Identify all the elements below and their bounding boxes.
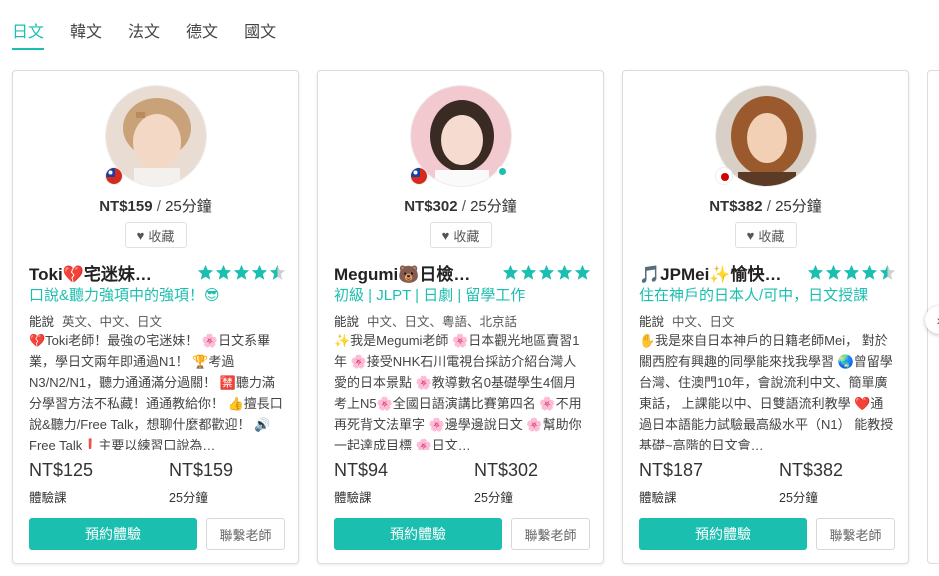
price: NT$302 bbox=[404, 198, 458, 215]
teacher-name[interactable]: 🎵JPMei✨愉快… bbox=[639, 260, 781, 285]
price: NT$159 bbox=[99, 198, 153, 215]
lesson-price-box: NT$159 25分鐘 bbox=[169, 460, 233, 506]
name-row: 🎵JPMei✨愉快… bbox=[639, 260, 896, 285]
teacher-intro: ✋我是來自日本神戶的日籍老師Mei， 對於關西腔有興趣的同學能來找我學習 🌏曾留… bbox=[639, 333, 894, 450]
trial-label: 體驗課 bbox=[334, 491, 372, 505]
lesson-duration: 25分鐘 bbox=[779, 491, 818, 505]
half-star-icon bbox=[879, 264, 896, 280]
duration: 25分鐘 bbox=[775, 198, 822, 215]
languages-value: 中文、日文、粵語、北京話 bbox=[367, 315, 518, 329]
tab-mandarin[interactable]: 國文 bbox=[244, 18, 276, 50]
heart-icon: ♥ bbox=[746, 227, 755, 243]
teacher-intro: 💔Toki老師！最強の宅迷妹！ 🌸日文系畢業，學日文兩年即通過N1！ 🏆考過N3… bbox=[29, 333, 283, 450]
languages-label: 能說 bbox=[29, 315, 55, 329]
taiwan-flag-icon bbox=[104, 167, 123, 185]
duration: 25分鐘 bbox=[470, 198, 517, 215]
star-icon bbox=[843, 264, 860, 280]
teacher-card[interactable]: NT$382 / 25分鐘 ♥ 收藏 🎵JPMei✨愉快… 住在神戶的日本人/可中… bbox=[622, 70, 909, 564]
favorite-label: 收藏 bbox=[148, 228, 175, 244]
lesson-price-box: NT$382 25分鐘 bbox=[779, 460, 843, 506]
avatar-wrap bbox=[104, 85, 207, 187]
languages-value: 中文、日文 bbox=[672, 315, 735, 329]
contact-teacher-button[interactable]: 聯繫老師 bbox=[206, 518, 285, 550]
duration: 25分鐘 bbox=[165, 198, 212, 215]
lesson-duration: 25分鐘 bbox=[474, 491, 513, 505]
trial-label: 體驗課 bbox=[29, 491, 67, 505]
tab-japanese[interactable]: 日文 bbox=[12, 18, 45, 50]
lesson-price: NT$382 bbox=[779, 460, 844, 480]
contact-teacher-button[interactable]: 聯繫老師 bbox=[816, 518, 895, 550]
tab-korean[interactable]: 韓文 bbox=[70, 18, 102, 50]
lesson-price: NT$302 bbox=[474, 460, 539, 480]
star-icon bbox=[556, 264, 573, 280]
price-line: NT$382 / 25分鐘 bbox=[709, 198, 822, 215]
teacher-name[interactable]: Megumi🐻日檢… bbox=[334, 260, 470, 285]
taiwan-flag-icon bbox=[409, 167, 428, 185]
price: NT$382 bbox=[709, 198, 763, 215]
teacher-headline: 口說&聽力強項中的強項！😎 bbox=[29, 287, 220, 304]
heart-icon: ♥ bbox=[136, 227, 145, 243]
half-star-icon bbox=[269, 264, 286, 280]
trial-label: 體驗課 bbox=[639, 491, 677, 505]
japan-flag-icon bbox=[714, 167, 733, 185]
trial-price-box: NT$94 體驗課 bbox=[334, 460, 388, 506]
languages-value: 英文、中文、日文 bbox=[62, 315, 163, 329]
rating-stars bbox=[807, 264, 896, 281]
contact-teacher-button[interactable]: 聯繫老師 bbox=[511, 518, 590, 550]
price-line: NT$159 / 25分鐘 bbox=[99, 198, 212, 215]
avatar-wrap bbox=[409, 85, 512, 187]
languages-label: 能說 bbox=[639, 315, 665, 329]
book-trial-button[interactable]: 預約體驗 bbox=[639, 518, 807, 550]
rating-stars bbox=[502, 264, 591, 281]
favorite-label: 收藏 bbox=[453, 228, 480, 244]
languages-spoken: 能說 中文、日文、粵語、北京話 bbox=[334, 311, 517, 330]
star-icon bbox=[215, 264, 232, 280]
languages-label: 能說 bbox=[334, 315, 360, 329]
star-icon bbox=[825, 264, 842, 280]
star-icon bbox=[251, 264, 268, 280]
star-icon bbox=[538, 264, 555, 280]
teacher-name[interactable]: Toki💔宅迷妹… bbox=[29, 260, 152, 285]
lesson-price: NT$159 bbox=[169, 460, 234, 480]
heart-icon: ♥ bbox=[441, 227, 450, 243]
online-status-dot bbox=[496, 166, 508, 177]
language-tabs: 日文 韓文 法文 德文 國文 bbox=[12, 18, 276, 50]
teacher-card[interactable]: NT$302 / 25分鐘 ♥ 收藏 Megumi🐻日檢… 初級 | JLPT |… bbox=[317, 70, 604, 564]
favorite-button[interactable]: ♥ 收藏 bbox=[124, 222, 187, 248]
star-icon bbox=[520, 264, 537, 280]
trial-price-box: NT$187 體驗課 bbox=[639, 460, 703, 506]
book-trial-button[interactable]: 預約體驗 bbox=[334, 518, 502, 550]
languages-spoken: 能說 英文、中文、日文 bbox=[29, 311, 162, 330]
teacher-headline: 住在神戶的日本人/可中，日文授課 bbox=[639, 287, 869, 304]
teacher-card[interactable]: NT$159 / 25分鐘 ♥ 收藏 Toki💔宅迷妹… 口說&聽力強項中的強項！… bbox=[12, 70, 299, 564]
lesson-duration: 25分鐘 bbox=[169, 491, 208, 505]
star-icon bbox=[574, 264, 591, 280]
languages-spoken: 能說 中文、日文 bbox=[639, 311, 735, 330]
trial-price: NT$125 bbox=[29, 460, 94, 480]
tab-german[interactable]: 德文 bbox=[186, 18, 218, 50]
star-icon bbox=[197, 264, 214, 280]
teacher-intro: ✨我是Megumi老師 🌸日本觀光地區賣習1年 🌸接受NHK石川電視台採訪介紹台… bbox=[334, 333, 582, 450]
avatar-wrap bbox=[714, 85, 817, 187]
favorite-button[interactable]: ♥ 收藏 bbox=[429, 222, 492, 248]
teacher-headline: 初級 | JLPT | 日劇 | 留學工作 bbox=[334, 287, 526, 304]
star-icon bbox=[502, 264, 519, 280]
star-icon bbox=[861, 264, 878, 280]
favorite-label: 收藏 bbox=[758, 228, 785, 244]
favorite-button[interactable]: ♥ 收藏 bbox=[734, 222, 797, 248]
name-row: Megumi🐻日檢… bbox=[334, 260, 591, 285]
trial-price: NT$94 bbox=[334, 460, 389, 480]
price-line: NT$302 / 25分鐘 bbox=[404, 198, 517, 215]
star-icon bbox=[233, 264, 250, 280]
rating-stars bbox=[197, 264, 286, 281]
star-icon bbox=[807, 264, 824, 280]
trial-price-box: NT$125 體驗課 bbox=[29, 460, 93, 506]
trial-price: NT$187 bbox=[639, 460, 704, 480]
book-trial-button[interactable]: 預約體驗 bbox=[29, 518, 197, 550]
name-row: Toki💔宅迷妹… bbox=[29, 260, 286, 285]
tab-french[interactable]: 法文 bbox=[128, 18, 160, 50]
lesson-price-box: NT$302 25分鐘 bbox=[474, 460, 538, 506]
